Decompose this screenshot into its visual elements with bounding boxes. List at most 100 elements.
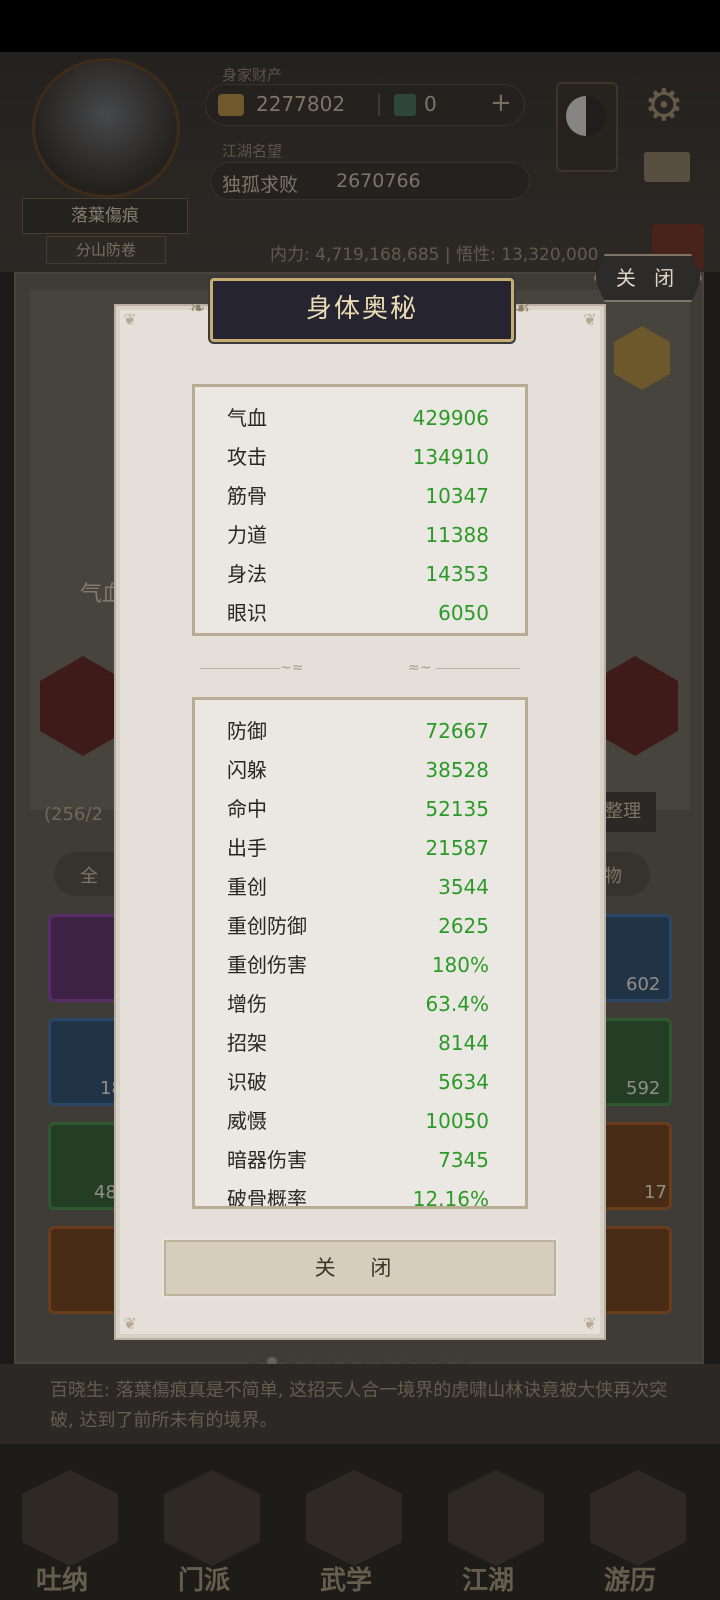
stat-value: 7345 <box>438 1148 489 1172</box>
close-button[interactable]: 关 闭 <box>164 1240 556 1296</box>
stat-name: 防御 <box>227 719 267 743</box>
stat-value: 429906 <box>412 406 489 430</box>
stat-value: 3544 <box>438 875 489 899</box>
stat-value: 72667 <box>425 719 489 743</box>
stat-name: 闪躲 <box>227 758 267 782</box>
stat-row: 身法 14353 <box>227 555 489 594</box>
stat-row: 力道 11388 <box>227 516 489 555</box>
nav-youli[interactable]: 游历 <box>604 1560 656 1597</box>
stat-value: 8144 <box>438 1031 489 1055</box>
status-bar <box>0 0 720 52</box>
nav-wuxue[interactable]: 武学 <box>320 1560 372 1597</box>
stat-name: 威慑 <box>227 1109 267 1133</box>
gold-value: 2277802 <box>256 92 346 116</box>
stat-value: 12.16% <box>412 1187 489 1209</box>
stat-row: 闪躲 38528 <box>227 751 489 790</box>
gear-icon[interactable]: ⚙ <box>644 80 683 131</box>
stat-row: 重创防御 2625 <box>227 907 489 946</box>
stat-row: 命中 52135 <box>227 790 489 829</box>
add-currency-icon[interactable]: + <box>490 88 512 118</box>
player-name: 落葉傷痕 <box>22 198 188 234</box>
stat-row: 威慑 10050 <box>227 1102 489 1141</box>
stat-row: 重创 3544 <box>227 868 489 907</box>
stat-name: 命中 <box>227 797 267 821</box>
nav-menpai[interactable]: 门派 <box>178 1560 230 1597</box>
stat-name: 增伤 <box>227 992 267 1016</box>
stat-name: 攻击 <box>227 445 267 469</box>
stat-value: 10050 <box>425 1109 489 1133</box>
stat-name: 重创伤害 <box>227 953 307 977</box>
stat-name: 破骨概率 <box>227 1187 307 1209</box>
slot-count: 592 <box>626 1078 661 1099</box>
player-avatar[interactable] <box>32 58 180 198</box>
stat-name: 重创 <box>227 875 267 899</box>
stat-value: 2625 <box>438 914 489 938</box>
corner-ornament: ❦ <box>583 1314 597 1333</box>
stat-row: 重创伤害 180% <box>227 946 489 985</box>
stat-row: 攻击 134910 <box>227 438 489 477</box>
nav-tuna[interactable]: 吐纳 <box>36 1560 88 1597</box>
title-ornament-left: ❧ <box>190 298 206 319</box>
stat-name: 筋骨 <box>227 484 267 508</box>
stat-value: 10347 <box>425 484 489 508</box>
stat-name: 出手 <box>227 836 267 860</box>
filter-tab-all[interactable]: 全 <box>80 862 98 888</box>
stat-row: 识破 5634 <box>227 1063 489 1102</box>
stat-value: 6050 <box>438 601 489 625</box>
corner-ornament: ❦ <box>123 310 137 329</box>
jade-value: 0 <box>424 92 437 116</box>
dialog-title: 身体奥秘 <box>305 294 418 324</box>
nav-jianghu[interactable]: 江湖 <box>462 1560 514 1597</box>
stat-name: 暗器伤害 <box>227 1148 307 1172</box>
stat-value: 5634 <box>438 1070 489 1094</box>
bag-capacity: (256/2 <box>44 804 103 825</box>
stat-name: 气血 <box>227 406 267 430</box>
stat-row: 眼识 6050 <box>227 594 489 633</box>
stat-row: 暗器伤害 7345 <box>227 1141 489 1180</box>
corner-ornament: ❦ <box>123 1314 137 1333</box>
stat-value: 63.4% <box>425 992 489 1016</box>
title-ornament-right: ☙ <box>514 298 531 319</box>
stat-row: 出手 21587 <box>227 829 489 868</box>
stat-row: 招架 8144 <box>227 1024 489 1063</box>
yinyang-icon <box>566 96 606 136</box>
basic-stats-list: 气血 429906 攻击 134910 筋骨 10347 力道 11388 身法 14353 眼识 6… <box>227 399 489 633</box>
stat-value: 21587 <box>425 836 489 860</box>
stat-name: 力道 <box>227 523 267 547</box>
gold-ingot-icon <box>218 94 244 116</box>
stat-name: 身法 <box>227 562 267 586</box>
wealth-label: 身家财产 <box>222 66 283 84</box>
combat-stats-list: 防御 72667 闪躲 38528 命中 52135 出手 21587 重创 3544 重创防御 26… <box>227 712 489 1209</box>
section-divider: ~≈ ≈~ <box>200 660 520 676</box>
basic-stats-box: 气血 429906 攻击 134910 筋骨 10347 力道 11388 身法 14353 眼识 6… <box>192 384 528 636</box>
close-button-top[interactable]: 关 闭 <box>594 254 702 302</box>
fame-value: 2670766 <box>336 170 421 192</box>
stat-row: 筋骨 10347 <box>227 477 489 516</box>
stat-row: 防御 72667 <box>227 712 489 751</box>
stat-value: 134910 <box>412 445 489 469</box>
stat-name: 眼识 <box>227 601 267 625</box>
slot-count: 17 <box>644 1182 667 1203</box>
stat-value: 52135 <box>425 797 489 821</box>
fame-label: 江湖名望 <box>222 142 283 160</box>
stat-row: 增伤 63.4% <box>227 985 489 1024</box>
stat-row: 破骨概率 12.16% <box>227 1180 489 1209</box>
corner-ornament: ❦ <box>583 310 597 329</box>
mail-icon[interactable] <box>644 152 690 182</box>
news-text: 百晓生: 落葉傷痕真是不简单, 这招天人合一境界的虎啸山林诀竟被大侠再次突破, … <box>50 1380 668 1431</box>
stat-name: 招架 <box>227 1031 267 1055</box>
jade-icon <box>394 94 416 116</box>
stat-name: 识破 <box>227 1070 267 1094</box>
stat-value: 180% <box>431 953 489 977</box>
power-stats-bar: 内力: 4,719,168,685 | 悟性: 13,320,000 <box>270 245 599 265</box>
combat-stats-box[interactable]: 防御 72667 闪躲 38528 命中 52135 出手 21587 重创 3544 重创防御 26… <box>192 697 528 1209</box>
page-indicator <box>248 1352 476 1367</box>
stat-value: 14353 <box>425 562 489 586</box>
stat-row: 气血 429906 <box>227 399 489 438</box>
fame-title: 独孤求败 <box>222 174 299 196</box>
stat-value: 38528 <box>425 758 489 782</box>
stat-name: 重创防御 <box>227 914 307 938</box>
slot-count: 602 <box>626 974 661 995</box>
filter-tab-items[interactable]: 物 <box>604 862 622 888</box>
stat-value: 11388 <box>425 523 489 547</box>
